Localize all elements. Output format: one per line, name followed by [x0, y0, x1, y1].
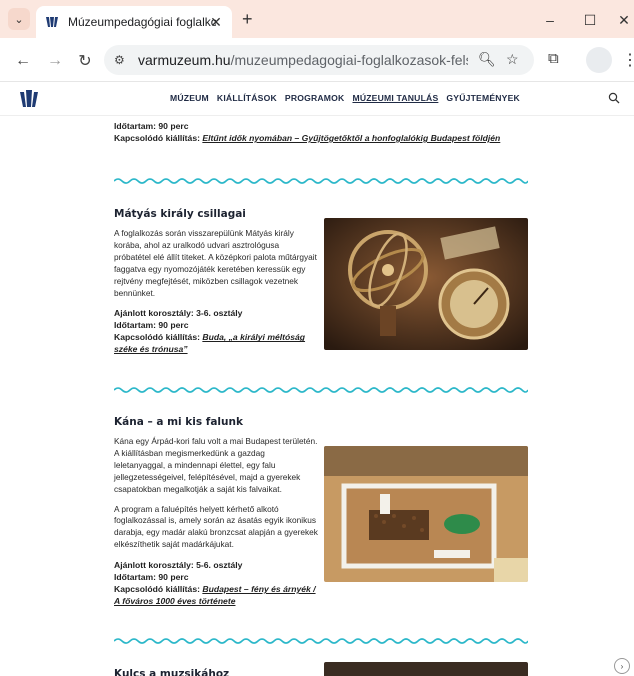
related-label: Kapcsolódó kiállítás:: [114, 332, 200, 343]
maximize-icon[interactable]: ☐: [580, 10, 600, 30]
age-text: Ajánlott korosztály: 3-6. osztály: [114, 308, 243, 319]
age-text: Ajánlott korosztály: 5-6. osztály: [114, 560, 243, 571]
tab-close-icon[interactable]: ✕: [208, 14, 224, 30]
wave-divider: [114, 387, 528, 393]
extensions-icon[interactable]: ⧉: [548, 50, 559, 67]
related-label: Kapcsolódó kiállítás:: [114, 133, 200, 143]
tab-title: Múzeumpedagógiai foglalkozá: [68, 15, 216, 29]
program-description: Kána egy Árpád-kori falu volt a mai Buda…: [114, 436, 318, 494]
browser-toolbar: ← → ↻ ⚙ varmuzeum.hu/muzeumpedagogiai-fo…: [0, 38, 634, 82]
nav-item-programok[interactable]: PROGRAMOK: [285, 93, 345, 103]
browser-tabbar: ⌄ Múzeumpedagógiai foglalkozá ✕ + – ☐ ✕: [0, 0, 634, 38]
village-model-photo: [324, 446, 528, 582]
page-content: Időtartam: 90 perc Kapcsolódó kiállítás:…: [0, 116, 634, 676]
browser-tab[interactable]: Múzeumpedagógiai foglalkozá ✕: [36, 6, 232, 38]
duration-text: Időtartam: 90 perc: [114, 121, 189, 131]
program-description-extra: A program a faluépítés helyett kérhető a…: [114, 503, 318, 550]
forward-icon[interactable]: →: [44, 50, 66, 72]
zoom-icon[interactable]: 🔍︎: [478, 51, 496, 68]
program-title: Kána – a mi kis falunk: [114, 416, 243, 428]
program-matyas: Mátyás király csillagai A foglalkozás so…: [114, 208, 528, 355]
wave-divider: [114, 178, 528, 184]
bookmark-star-icon[interactable]: ☆: [506, 51, 519, 68]
address-bar[interactable]: ⚙ varmuzeum.hu/muzeumpedagogiai-foglalko…: [104, 45, 534, 75]
music-photo: [324, 662, 528, 676]
program-description: A foglalkozás során visszarepülünk Mátyá…: [114, 228, 317, 298]
related-exhibition-link[interactable]: Eltűnt idők nyomában – Gyűjtögetőktől a …: [202, 133, 500, 143]
minimize-icon[interactable]: –: [540, 10, 560, 30]
related-label: Kapcsolódó kiállítás:: [114, 584, 200, 595]
reload-icon[interactable]: ↻: [74, 50, 96, 72]
nav-item-kiallitasok[interactable]: KIÁLLÍTÁSOK: [217, 93, 277, 103]
museum-favicon-icon: [46, 17, 58, 27]
duration-text: Időtartam: 90 perc: [114, 572, 189, 583]
site-header: MÚZEUM KIÁLLÍTÁSOK PROGRAMOK MÚZEUMI TAN…: [0, 82, 634, 116]
previous-program-meta: Időtartam: 90 perc Kapcsolódó kiállítás:…: [114, 120, 528, 144]
close-window-icon[interactable]: ✕: [614, 10, 634, 30]
url-text: varmuzeum.hu/muzeumpedagogiai-foglalkoza…: [138, 52, 468, 68]
program-kulcs: Kulcs a muzsikához: [114, 662, 528, 676]
profile-avatar[interactable]: [586, 47, 612, 73]
program-kana: Kána – a mi kis falunk Kána egy Árpád-ko…: [114, 416, 528, 607]
nav-item-muzeumi-tanulas[interactable]: MÚZEUMI TANULÁS: [352, 93, 438, 103]
main-navigation: MÚZEUM KIÁLLÍTÁSOK PROGRAMOK MÚZEUMI TAN…: [170, 93, 520, 103]
new-tab-icon[interactable]: +: [242, 10, 253, 28]
nav-item-gyujtemenyek[interactable]: GYŰJTEMÉNYEK: [446, 93, 520, 103]
menu-kebab-icon[interactable]: ⋮: [622, 50, 634, 70]
astrolabe-photo: [324, 218, 528, 350]
museum-logo-icon[interactable]: [18, 88, 40, 110]
scroll-down-icon[interactable]: ›: [614, 658, 630, 674]
site-info-icon[interactable]: ⚙: [114, 53, 132, 67]
duration-text: Időtartam: 90 perc: [114, 320, 189, 331]
nav-item-muzeum[interactable]: MÚZEUM: [170, 93, 209, 103]
wave-divider: [114, 638, 528, 644]
back-icon[interactable]: ←: [12, 50, 34, 72]
search-icon[interactable]: [608, 92, 620, 104]
tab-search-chevron-icon[interactable]: ⌄: [8, 8, 30, 30]
